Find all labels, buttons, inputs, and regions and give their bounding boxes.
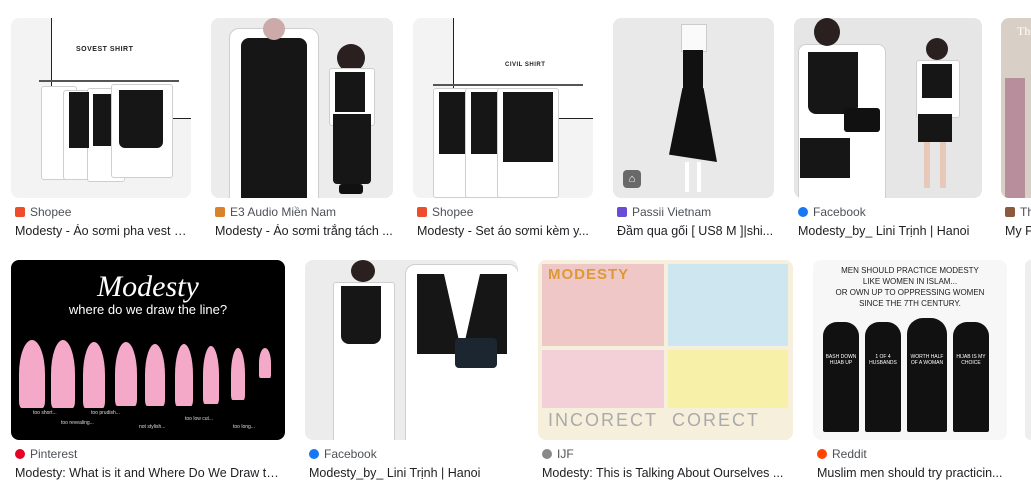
image-subtitle: where do we draw the line?	[68, 302, 228, 317]
image-caption: too prudish...	[91, 410, 120, 416]
result-image-9[interactable]: MODESTY INCORECT CORECT	[538, 260, 793, 440]
result-image-5[interactable]	[794, 18, 982, 198]
result-card-8[interactable]: Facebook Modesty_by_ Lini Trịnh | Hanoi	[305, 260, 518, 485]
image-sign: 1 OF 4 HUSBANDS	[869, 354, 897, 366]
result-title-4[interactable]: Đầm qua gối [ US8 M ]|shi...	[617, 224, 774, 238]
result-source-7[interactable]: Pinterest	[15, 447, 77, 461]
result-card-4[interactable]: ⌂ Passii Vietnam Đầm qua gối [ US8 M ]|s…	[613, 18, 774, 243]
image-headline: OR OWN UP TO OPPRESSING WOMEN	[835, 288, 985, 297]
image-sign-text: SOVEST SHIRT	[76, 46, 134, 53]
e3-audio-favicon-icon	[215, 207, 225, 217]
result-card-7[interactable]: Modesty where do we draw the line? too s…	[11, 260, 285, 485]
result-title-10[interactable]: Muslim men should try practicin...	[817, 466, 1007, 480]
result-title-1[interactable]: Modesty - Áo sơmi pha vest b...	[15, 224, 191, 238]
image-caption: too revealing...	[61, 420, 94, 426]
image-headline: MEN SHOULD PRACTICE MODESTY	[841, 266, 979, 275]
reddit-favicon-icon	[817, 449, 827, 459]
result-title-6[interactable]: My P	[1005, 224, 1031, 238]
image-headline: SINCE THE 7TH CENTURY.	[859, 299, 961, 308]
result-card-5[interactable]: Facebook Modesty_by_ Lini Trịnh | Hanoi	[794, 18, 982, 243]
result-card-9[interactable]: MODESTY INCORECT CORECT IJF Modesty: Thi…	[538, 260, 793, 485]
image-sign: BASH DOWN HIJAB UP	[825, 354, 857, 366]
result-title-2[interactable]: Modesty - Áo sơmi trắng tách ...	[215, 224, 393, 238]
result-image-7[interactable]: Modesty where do we draw the line? too s…	[11, 260, 285, 440]
ijf-favicon-icon	[542, 449, 552, 459]
site-favicon-icon	[1005, 207, 1015, 217]
image-sign-text: CIVIL SHIRT	[505, 62, 546, 68]
passii-favicon-icon	[617, 207, 627, 217]
image-caption: too long...	[233, 424, 255, 430]
tag-icon: ⌂	[623, 170, 641, 188]
result-image-4[interactable]: ⌂	[613, 18, 774, 198]
image-headline: LIKE WOMEN IN ISLAM...	[862, 277, 958, 286]
image-caption: not stylish...	[139, 424, 166, 430]
facebook-favicon-icon	[309, 449, 319, 459]
result-card-6[interactable]: The Th My P	[1001, 18, 1031, 243]
result-image-1[interactable]: SOVEST SHIRT	[11, 18, 191, 198]
result-source-4[interactable]: Passii Vietnam	[617, 205, 711, 219]
result-image-6[interactable]: The	[1001, 18, 1031, 198]
image-title: MODESTY	[548, 266, 630, 283]
image-word: CORECT	[672, 410, 760, 430]
result-source-9[interactable]: IJF	[542, 447, 574, 461]
result-source-5[interactable]: Facebook	[798, 205, 866, 219]
result-source-1[interactable]: Shopee	[15, 205, 71, 219]
result-source-2[interactable]: E3 Audio Miền Nam	[215, 205, 336, 219]
result-image-10[interactable]: MEN SHOULD PRACTICE MODESTY LIKE WOMEN I…	[813, 260, 1007, 440]
result-image-11[interactable]	[1025, 260, 1031, 440]
result-image-8[interactable]	[305, 260, 518, 440]
result-source-3[interactable]: Shopee	[417, 205, 473, 219]
result-source-10[interactable]: Reddit	[817, 447, 867, 461]
result-title-8[interactable]: Modesty_by_ Lini Trịnh | Hanoi	[309, 466, 518, 480]
result-card-3[interactable]: CIVIL SHIRT Shopee Modesty - Set áo sơmi…	[413, 18, 593, 243]
result-source-8[interactable]: Facebook	[309, 447, 377, 461]
image-title: Modesty	[97, 270, 199, 303]
image-caption: too low cut...	[185, 416, 214, 422]
result-card-10[interactable]: MEN SHOULD PRACTICE MODESTY LIKE WOMEN I…	[813, 260, 1007, 485]
image-sign: HIJAB IS MY CHOICE	[956, 354, 986, 366]
result-image-3[interactable]: CIVIL SHIRT	[413, 18, 593, 198]
result-title-9[interactable]: Modesty: This is Talking About Ourselves…	[542, 466, 793, 480]
shopee-favicon-icon	[15, 207, 25, 217]
result-card-1[interactable]: SOVEST SHIRT Shopee Modesty - Áo sơmi ph…	[11, 18, 191, 243]
shopee-favicon-icon	[417, 207, 427, 217]
image-caption: too short...	[33, 410, 57, 416]
result-title-5[interactable]: Modesty_by_ Lini Trịnh | Hanoi	[798, 224, 982, 238]
facebook-favicon-icon	[798, 207, 808, 217]
pinterest-favicon-icon	[15, 449, 25, 459]
result-source-6[interactable]: Th	[1005, 205, 1031, 219]
image-sign: WORTH HALF OF A WOMAN	[910, 354, 944, 366]
result-title-3[interactable]: Modesty - Set áo sơmi kèm y...	[417, 224, 593, 238]
result-image-2[interactable]	[211, 18, 393, 198]
result-card-11-partial[interactable]	[1025, 260, 1031, 440]
image-text: The	[1017, 24, 1031, 38]
result-title-7[interactable]: Modesty: What is it and Where Do We Draw…	[15, 466, 285, 480]
image-word: INCORECT	[548, 410, 658, 430]
result-card-2[interactable]: E3 Audio Miền Nam Modesty - Áo sơmi trắn…	[211, 18, 393, 243]
